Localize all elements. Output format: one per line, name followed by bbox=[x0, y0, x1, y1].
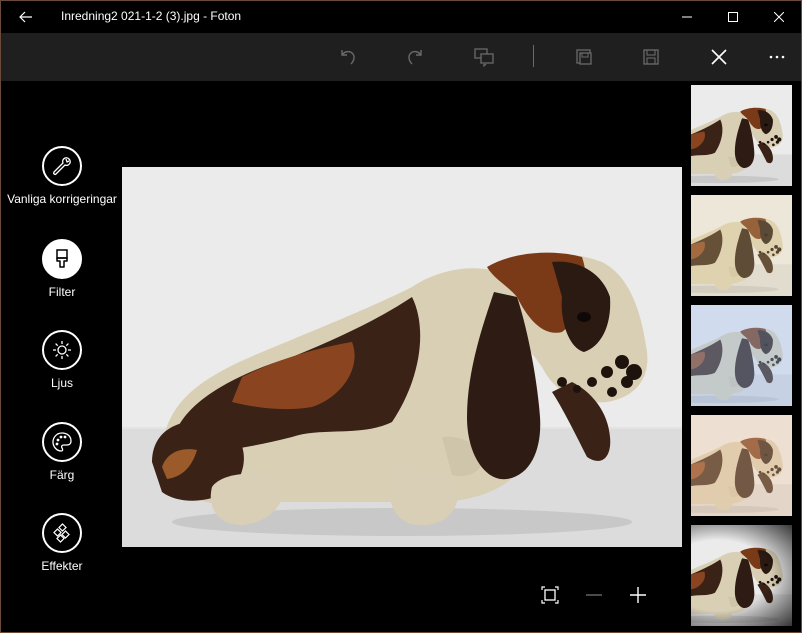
edit-tools-panel: Vanliga korrigeringar Filter Ljus Färg E… bbox=[1, 81, 123, 633]
tool-basic-fixes-circle[interactable] bbox=[42, 146, 82, 186]
back-button[interactable] bbox=[9, 5, 43, 29]
tool-basic-fixes-label: Vanliga korrigeringar bbox=[7, 192, 117, 206]
compare-icon bbox=[474, 48, 494, 67]
maximize-button[interactable] bbox=[710, 1, 756, 33]
minimize-button[interactable] bbox=[664, 1, 710, 33]
tool-filter[interactable]: Filter bbox=[1, 239, 123, 300]
window-title: Inredning2 021-1-2 (3).jpg - Foton bbox=[61, 9, 242, 23]
tool-filter-circle[interactable] bbox=[42, 239, 82, 279]
more-options-button[interactable] bbox=[759, 41, 795, 73]
dog-figurine-photo bbox=[122, 167, 682, 547]
zoom-in-icon bbox=[630, 587, 646, 603]
filter-thumbnail[interactable] bbox=[691, 525, 792, 626]
tool-effects-circle[interactable] bbox=[42, 513, 82, 553]
edit-toolbar bbox=[1, 33, 801, 81]
filter-thumbnail[interactable] bbox=[691, 305, 792, 406]
tool-light-label: Ljus bbox=[50, 376, 73, 390]
tool-basic-fixes[interactable]: Vanliga korrigeringar bbox=[1, 146, 123, 207]
filter-thumbnails bbox=[691, 85, 793, 630]
redo-button[interactable] bbox=[397, 41, 433, 73]
close-window-button[interactable] bbox=[756, 1, 802, 33]
tool-light[interactable]: Ljus bbox=[1, 330, 123, 391]
tool-effects[interactable]: Effekter bbox=[1, 513, 123, 574]
compare-button[interactable] bbox=[466, 41, 502, 73]
zoom-out-icon bbox=[586, 594, 602, 596]
close-icon bbox=[711, 49, 727, 65]
redo-icon bbox=[408, 50, 422, 65]
tool-filter-label: Filter bbox=[48, 285, 76, 299]
filter-thumbnail[interactable] bbox=[691, 415, 792, 516]
save-copy-icon bbox=[576, 49, 592, 65]
sun-icon bbox=[53, 341, 71, 359]
title-bar: Inredning2 021-1-2 (3).jpg - Foton bbox=[1, 1, 801, 33]
filter-preview-image bbox=[691, 525, 792, 626]
photos-app-window: Inredning2 021-1-2 (3).jpg - Foton Vanli… bbox=[0, 0, 802, 633]
photo-canvas[interactable] bbox=[122, 167, 682, 547]
save-icon bbox=[643, 49, 659, 65]
undo-button[interactable] bbox=[330, 41, 366, 73]
save-copy-button[interactable] bbox=[566, 41, 602, 73]
close-icon bbox=[774, 12, 784, 22]
filter-preview-image bbox=[691, 415, 792, 516]
maximize-icon bbox=[728, 12, 738, 22]
minimize-icon bbox=[682, 16, 692, 18]
undo-icon bbox=[341, 50, 355, 65]
zoom-out-button[interactable] bbox=[580, 581, 608, 609]
filter-thumbnail[interactable] bbox=[691, 85, 792, 186]
arrow-left-icon bbox=[19, 11, 32, 23]
save-button[interactable] bbox=[633, 41, 669, 73]
filter-preview-image bbox=[691, 195, 792, 296]
effects-icon bbox=[53, 523, 70, 543]
filter-thumbnail[interactable] bbox=[691, 195, 792, 296]
tool-effects-label: Effekter bbox=[41, 559, 83, 573]
toolbar-divider bbox=[533, 45, 534, 67]
close-editor-button[interactable] bbox=[701, 41, 737, 73]
tool-light-circle[interactable] bbox=[42, 330, 82, 370]
paintbrush-icon bbox=[56, 249, 68, 268]
wrench-icon bbox=[53, 157, 71, 176]
more-icon bbox=[769, 55, 785, 59]
filter-preview-image bbox=[691, 85, 792, 186]
fit-to-screen-button[interactable] bbox=[536, 581, 564, 609]
tool-color-circle[interactable] bbox=[42, 422, 82, 462]
fit-to-screen-icon bbox=[541, 586, 559, 604]
tool-color[interactable]: Färg bbox=[1, 422, 123, 483]
zoom-in-button[interactable] bbox=[624, 581, 652, 609]
filter-preview-image bbox=[691, 305, 792, 406]
palette-icon bbox=[52, 432, 72, 452]
tool-color-label: Färg bbox=[49, 468, 75, 482]
